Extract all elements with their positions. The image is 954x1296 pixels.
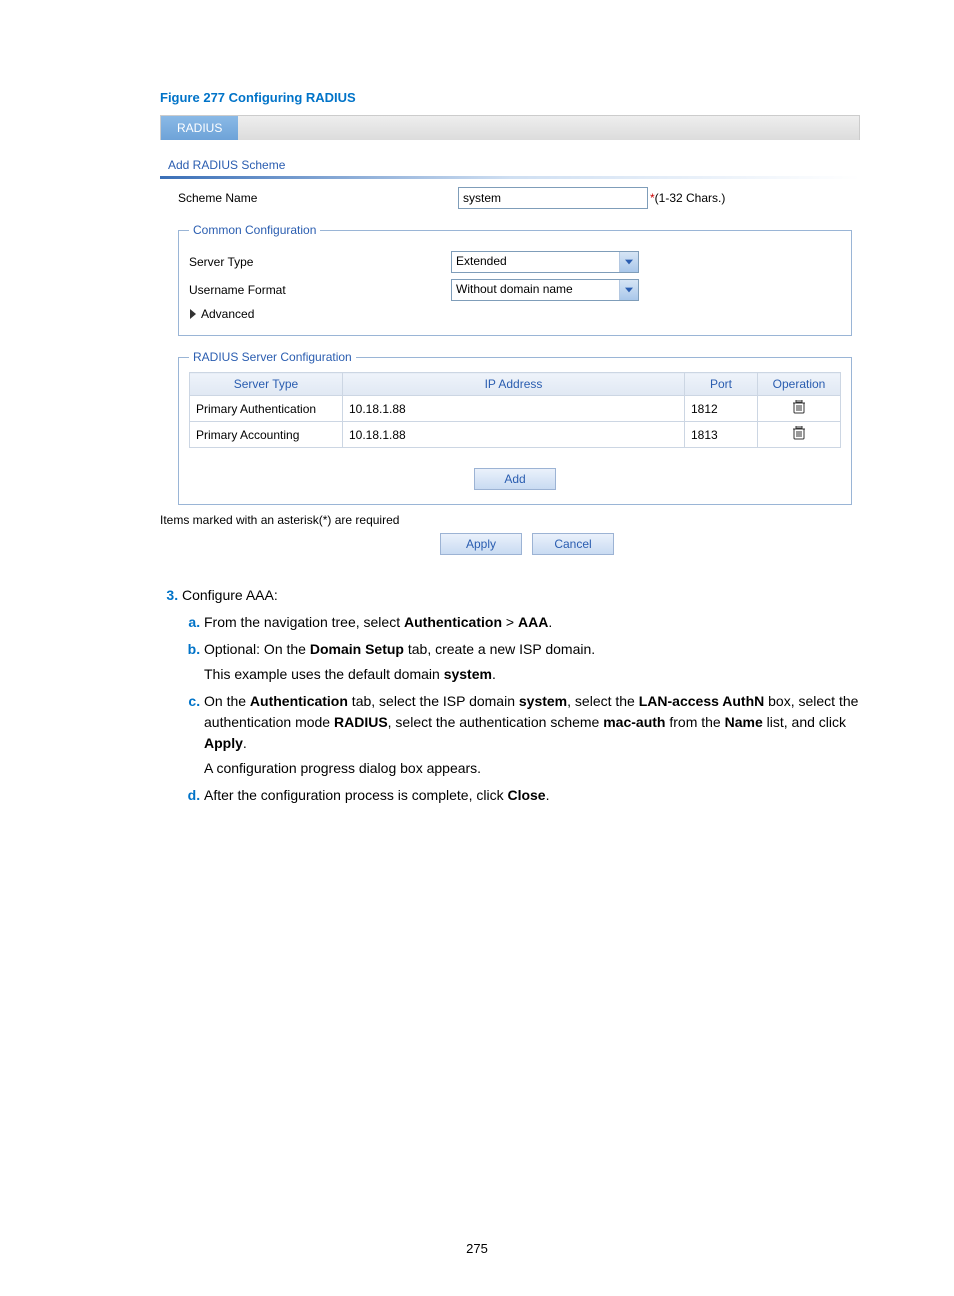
t: Optional: On the [204,641,310,657]
trash-icon [793,426,805,440]
step-3: Configure AAA: From the navigation tree,… [182,585,864,806]
step-3d: After the configuration process is compl… [204,785,864,806]
section-divider [160,176,860,179]
table-row: Primary Authentication 10.18.1.88 1812 [190,396,841,422]
scheme-name-input[interactable] [458,187,648,209]
col-operation: Operation [758,373,841,396]
col-port: Port [685,373,758,396]
t: , select the [567,693,639,709]
t: . [492,666,496,682]
step-3c-note: A configuration progress dialog box appe… [204,758,864,779]
common-config-legend: Common Configuration [189,223,320,237]
t: tab, create a new ISP domain. [404,641,595,657]
t: , select the authentication scheme [388,714,604,730]
t: . [546,787,550,803]
scheme-name-hint: *(1-32 Chars.) [650,191,725,205]
scheme-name-label: Scheme Name [178,191,458,205]
delete-button[interactable] [793,400,805,417]
radius-config-screenshot: RADIUS Add RADIUS Scheme Scheme Name *(1… [160,115,860,555]
t: Close [507,787,545,803]
t: Domain Setup [310,641,404,657]
tab-strip: RADIUS [160,115,860,140]
t: Authentication [250,693,348,709]
step-3b: Optional: On the Domain Setup tab, creat… [204,639,864,685]
t: After the configuration process is compl… [204,787,507,803]
server-type-select[interactable]: Extended [451,251,639,273]
add-button[interactable]: Add [474,468,556,490]
t: Name [725,714,763,730]
triangle-right-icon [189,309,197,319]
username-format-select[interactable]: Without domain name [451,279,639,301]
figure-caption: Figure 277 Configuring RADIUS [160,90,864,105]
chevron-down-icon [619,252,638,272]
step-3-text: Configure AAA: [182,587,278,603]
step-3b-note: This example uses the default domain sys… [204,664,864,685]
table-row: Primary Accounting 10.18.1.88 1813 [190,422,841,448]
t: system [519,693,567,709]
username-format-label: Username Format [189,283,451,297]
t: system [444,666,492,682]
t: This example uses the default domain [204,666,444,682]
step-3a: From the navigation tree, select Authent… [204,612,864,633]
col-server-type: Server Type [190,373,343,396]
col-ip-address: IP Address [343,373,685,396]
t: mac-auth [603,714,665,730]
radius-server-group: RADIUS Server Configuration Server Type … [178,350,852,505]
cancel-button[interactable]: Cancel [532,533,614,555]
radius-server-legend: RADIUS Server Configuration [189,350,356,364]
cell-ip: 10.18.1.88 [343,422,685,448]
t: . [548,614,552,630]
section-title: Add RADIUS Scheme [160,140,860,176]
t: LAN-access AuthN [639,693,765,709]
delete-button[interactable] [793,426,805,443]
t: > [502,614,518,630]
common-configuration-group: Common Configuration Server Type Extende… [178,223,852,336]
cell-server-type: Primary Authentication [190,396,343,422]
trash-icon [793,400,805,414]
t: list, and click [763,714,846,730]
step-3c: On the Authentication tab, select the IS… [204,691,864,779]
doc-step-list: Configure AAA: From the navigation tree,… [160,585,864,806]
t: Apply [204,735,243,751]
cell-server-type: Primary Accounting [190,422,343,448]
scheme-name-hint-text: (1-32 Chars.) [655,191,726,205]
t: AAA [518,614,548,630]
username-format-value: Without domain name [452,280,619,300]
advanced-toggle[interactable]: Advanced [189,307,841,321]
t: From the navigation tree, select [204,614,404,630]
page-number: 275 [0,1241,954,1256]
cell-ip: 10.18.1.88 [343,396,685,422]
t: from the [665,714,724,730]
t: RADIUS [334,714,388,730]
t: On the [204,693,250,709]
t: . [243,735,247,751]
cell-port: 1812 [685,396,758,422]
advanced-label: Advanced [201,307,254,321]
t: Authentication [404,614,502,630]
chevron-down-icon [619,280,638,300]
apply-button[interactable]: Apply [440,533,522,555]
t: tab, select the ISP domain [348,693,519,709]
server-type-value: Extended [452,252,619,272]
server-type-label: Server Type [189,255,451,269]
tab-radius[interactable]: RADIUS [161,116,238,140]
required-note: Items marked with an asterisk(*) are req… [160,513,860,527]
cell-port: 1813 [685,422,758,448]
radius-server-table: Server Type IP Address Port Operation Pr… [189,372,841,448]
